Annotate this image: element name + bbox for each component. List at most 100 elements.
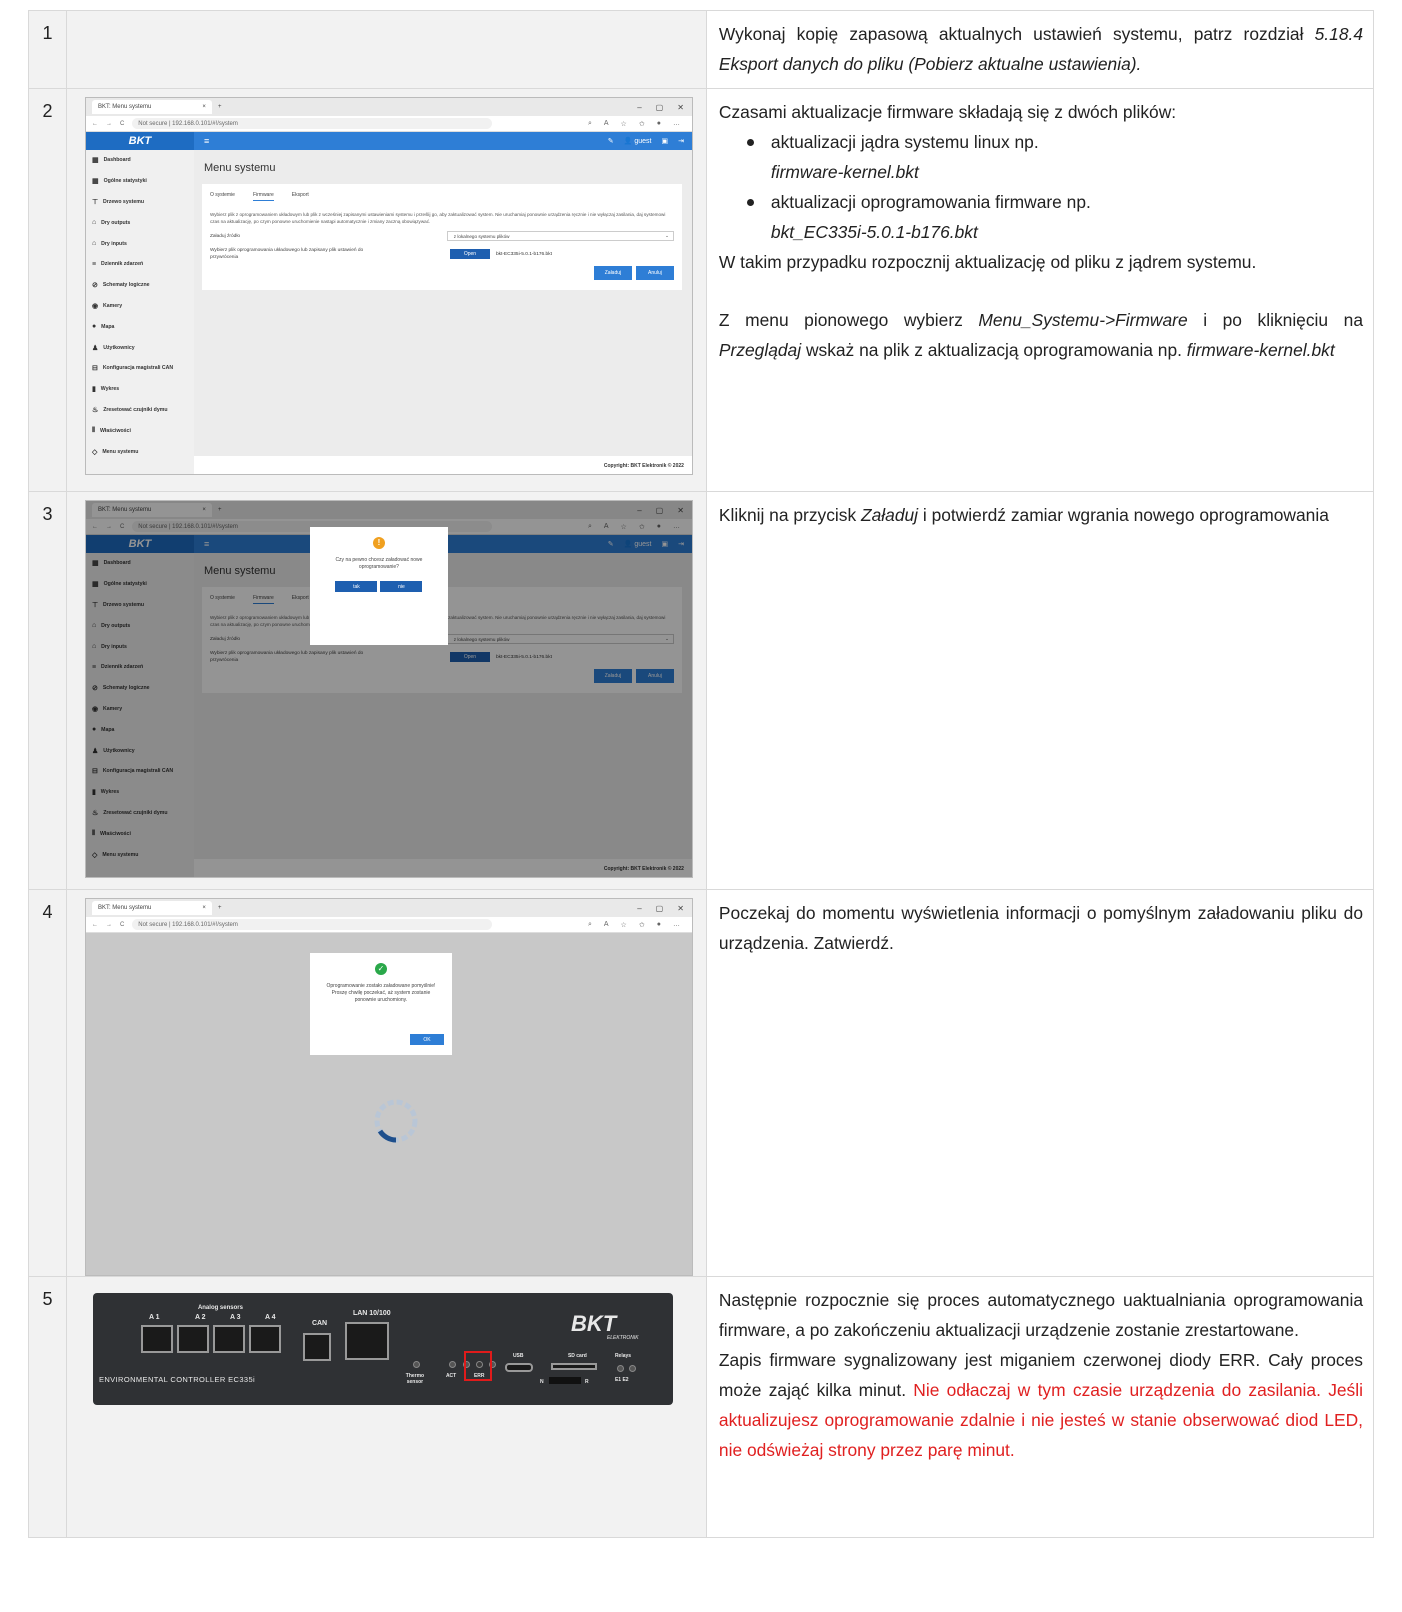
rj45-port [212, 1325, 245, 1353]
read-aloud-icon[interactable]: A [604, 921, 609, 929]
can-label: CAN [311, 1320, 328, 1327]
bkt-logo-sub: ELEKTRONIK [606, 1335, 639, 1341]
header-actions: ✎ 👤 guest ▣ ⇥ [608, 137, 692, 145]
back-icon[interactable]: ← [92, 922, 98, 928]
more-icon[interactable]: … [673, 921, 680, 929]
source-select[interactable]: z lokalnego systemu plików ⌄ [446, 231, 674, 241]
sidebar-item-icon: ◇ [91, 448, 98, 456]
url-field[interactable]: Not secure | 192.168.0.101/#!/system [132, 118, 493, 129]
user-menu[interactable]: 👤 guest [624, 137, 652, 145]
step-image: BKT: Menu systemu × + – ▢ ✕ ← → C Not secure | 1… [65, 889, 707, 1277]
sidebar-item[interactable]: ≡ Dziennik zdarzeń [86, 254, 194, 275]
sidebar-item[interactable]: ⌂ Dry outputs [86, 212, 194, 233]
url-field[interactable]: Not secure | 192.168.0.101/#!/system [132, 919, 493, 930]
sidebar-item[interactable]: ▦ Dashboard [86, 150, 194, 171]
list-item: aktualizacji oprogramowania firmware np.… [743, 187, 1363, 247]
back-icon[interactable]: ← [92, 121, 98, 127]
step-text-part: Z menu pionowego wybierz Menu_Systemu->F… [719, 305, 1363, 365]
sidebar-item[interactable]: ⊤ Drzewo systemu [86, 192, 194, 213]
favorites-icon[interactable]: ✩ [639, 921, 645, 929]
cancel-button[interactable]: Anuluj [635, 266, 674, 280]
forward-icon[interactable]: → [106, 121, 112, 127]
card-buttons: Załaduj Anuluj [593, 266, 674, 280]
sidebar-item-label: Drzewo systemu [103, 198, 144, 205]
address-bar: ← → C Not secure | 192.168.0.101/#!/system ⌕… [85, 917, 692, 933]
maximize-icon[interactable]: ▢ [656, 904, 664, 913]
tab-firmware[interactable]: Firmware [252, 192, 274, 201]
load-button[interactable]: Załaduj [593, 266, 632, 280]
read-aloud-icon[interactable]: A [604, 120, 609, 128]
act-label: ACT [445, 1373, 457, 1379]
sidebar-item-icon: ▦ [91, 157, 99, 165]
sidebar-item[interactable]: ◉ Kamery [86, 296, 194, 317]
sidebar-item[interactable]: ♟ Użytkownicy [86, 337, 194, 358]
text-italic: Załaduj [861, 505, 919, 525]
no-button[interactable]: nie [380, 581, 423, 592]
sidebar-item[interactable]: ● Mapa [86, 316, 194, 337]
sidebar-item-label: Dziennik zdarzeń [101, 261, 144, 268]
page-footer: Copyright: BKT Elektronik © 2022 [193, 456, 692, 474]
window-controls: – ▢ ✕ [637, 103, 692, 112]
browser-tab[interactable]: BKT: Menu systemu × [91, 901, 212, 915]
sidebar-item[interactable]: ⊘ Schematy logiczne [86, 275, 194, 296]
relays-ids: E1 E2 [614, 1377, 629, 1383]
open-button[interactable]: Open [449, 249, 490, 259]
new-tab-icon[interactable]: + [218, 905, 222, 911]
browser-tab[interactable]: BKT: Menu systemu × [91, 100, 212, 114]
step-image-empty [65, 10, 707, 89]
sidebar-item-icon: ⊤ [91, 198, 99, 206]
more-icon[interactable]: … [673, 120, 680, 128]
sidebar-item-label: Wykres [100, 386, 120, 393]
favorite-icon[interactable]: ☆ [621, 921, 627, 929]
usb-label: USB [512, 1353, 524, 1359]
forward-icon[interactable]: → [106, 922, 112, 928]
list-item-text: aktualizacji jądra systemu linux np. [770, 132, 1039, 152]
sidebar-item[interactable]: ♨ Zresetować czujniki dymu [86, 400, 194, 421]
profile-icon[interactable]: ● [657, 120, 661, 128]
new-tab-icon[interactable]: + [218, 104, 222, 110]
sidebar-item[interactable]: ▮ Wykres [86, 379, 194, 400]
tab-about[interactable]: O systemie [210, 192, 235, 201]
sidebar-item[interactable]: ⊟ Konfiguracja magistrali CAN [86, 358, 194, 379]
sidebar-item-label: Konfiguracja magistrali CAN [102, 365, 174, 372]
main-content: Menu systemu O systemie Firmware Eksport W… [193, 150, 692, 474]
reload-icon[interactable]: C [120, 922, 124, 928]
sensor-hole [412, 1361, 420, 1368]
yes-button[interactable]: tak [335, 581, 378, 592]
minimize-icon[interactable]: – [637, 904, 641, 913]
minimize-icon[interactable]: – [637, 103, 641, 112]
sidebar-item[interactable]: ⦀ Właściwości [86, 420, 194, 441]
reload-icon[interactable]: C [120, 121, 124, 127]
rj45-port [248, 1325, 281, 1353]
close-window-icon[interactable]: ✕ [677, 904, 684, 913]
save-icon[interactable]: ▣ [661, 137, 668, 145]
tab-export[interactable]: Eksport [292, 192, 309, 201]
source-label: Załaduj źródło [209, 233, 241, 239]
browser-tools: ⌕ A ☆ ✩ ● … [588, 120, 692, 128]
close-icon[interactable]: × [202, 905, 206, 911]
search-icon[interactable]: ⌕ [588, 120, 592, 128]
sidebar-item-icon: ▦ [91, 178, 99, 186]
search-icon[interactable]: ⌕ [588, 921, 592, 929]
list-item-italic: bkt_EC335i-5.0.1-b176.bkt [770, 222, 978, 242]
relays-label: Relays [614, 1353, 632, 1359]
logout-icon[interactable]: ⇥ [678, 137, 684, 145]
thermo-sensor-label: Thermo sensor [405, 1373, 425, 1385]
tools-icon[interactable]: ✎ [608, 137, 614, 145]
favorite-icon[interactable]: ☆ [621, 120, 627, 128]
menu-icon[interactable]: ≡ [204, 136, 209, 146]
maximize-icon[interactable]: ▢ [656, 103, 664, 112]
step-number: 2 [28, 88, 67, 492]
sidebar-item[interactable]: ◇ Menu systemu [86, 441, 194, 462]
lan-port [344, 1322, 389, 1360]
step-number: 4 [28, 889, 67, 1277]
profile-icon[interactable]: ● [657, 921, 661, 929]
ok-button[interactable]: OK [409, 1034, 444, 1045]
favorites-icon[interactable]: ✩ [639, 120, 645, 128]
list-item-text: aktualizacji oprogramowania firmware np. [770, 192, 1091, 212]
sidebar-item[interactable]: ⌂ Dry inputs [86, 233, 194, 254]
sidebar-item[interactable]: ▦ Ogólne statystyki [86, 171, 194, 192]
close-window-icon[interactable]: ✕ [677, 103, 684, 112]
close-icon[interactable]: × [202, 104, 206, 110]
step-image: BKT: Menu systemu × + – ▢ ✕ ← → C Not secure | 1… [65, 491, 707, 890]
